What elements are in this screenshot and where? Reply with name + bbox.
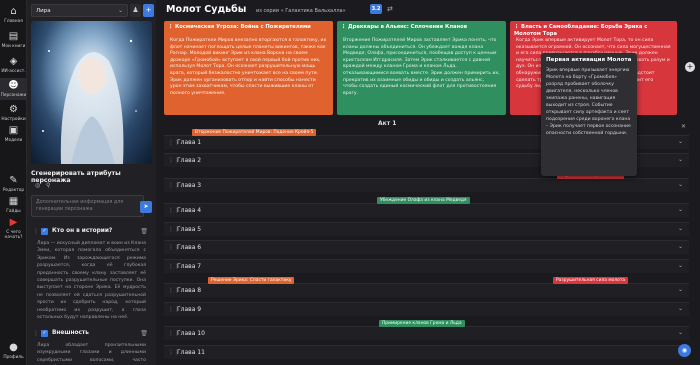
event-tag[interactable]: Убеждение Олафа из клана Медведя xyxy=(377,197,470,204)
pin-icon[interactable]: ⚲ xyxy=(46,182,50,189)
chevron-down-icon[interactable]: ⌄ xyxy=(678,206,683,213)
nav-settings[interactable]: ⚙ Настройки xyxy=(0,104,27,122)
chapter-row[interactable]: ⋮⋮ Глава 9 ⌄ xyxy=(164,302,689,316)
main-nav: ⌂ Главная ▤ Мои книги ◈ ИИ-ассист. ☻ Персона… xyxy=(0,0,27,365)
portrait-illustration xyxy=(31,21,152,164)
event-tag[interactable]: Вторжение Пожирателей Миров: Падение Кре… xyxy=(192,129,317,136)
character-portrait xyxy=(31,21,152,164)
attribute-block: ⋮⋮ ✓ Кто он в истории? 🗑 Лира — искусный… xyxy=(31,228,150,321)
nav-characters[interactable]: ☻ Персонажи xyxy=(0,78,27,100)
chevron-down-icon[interactable]: ⌄ xyxy=(678,243,683,250)
bulb-icon[interactable]: ◎ xyxy=(35,182,40,189)
user-settings-button[interactable]: ♟ xyxy=(130,4,141,17)
chevron-down-icon[interactable]: ⌄ xyxy=(678,156,683,163)
character-select[interactable]: Лира ⌄ xyxy=(31,4,128,17)
youtube-icon: ▶ xyxy=(9,217,18,228)
version-badge[interactable]: 3.2 xyxy=(370,4,382,14)
event-tag[interactable]: Примирение кланов Грома и Льда xyxy=(379,320,465,327)
chapter-row[interactable]: ⋮⋮ Глава 3 ⌄ xyxy=(164,178,689,192)
nav-profile[interactable]: ● Профиль xyxy=(0,342,27,360)
chat-icon: ◉ xyxy=(681,347,688,354)
plus-icon: + xyxy=(686,62,694,71)
attribute-text[interactable]: Лира — искусный дипломат и воин из Клана… xyxy=(31,238,150,321)
nav-guides[interactable]: ▦ Гайды xyxy=(0,196,27,214)
event-tag[interactable]: Разрушительная сила молота xyxy=(553,277,629,284)
nav-home[interactable]: ⌂ Главная xyxy=(0,6,27,24)
event-tag[interactable]: Решение Эрика: Спасти галактику xyxy=(208,277,295,284)
chapter-row[interactable]: ⋮⋮ Глава 6 ⌄ xyxy=(164,240,689,254)
chevron-down-icon[interactable]: ⌄ xyxy=(678,138,683,145)
swap-icon[interactable]: ⇄ xyxy=(387,5,393,13)
character-panel: Лира ⌄ ♟ + Сгенерировать атрибуты персона… xyxy=(27,0,156,365)
generation-info-input[interactable]: Дополнительная информация для генерации … xyxy=(31,195,144,217)
close-icon[interactable]: ✕ xyxy=(681,123,686,130)
book-title: Молот Судьбы xyxy=(166,4,247,15)
attribute-checkbox[interactable]: ✓ xyxy=(41,330,48,337)
ai-assistant-icon: ◈ xyxy=(9,56,18,67)
chevron-down-icon[interactable]: ⌄ xyxy=(678,181,683,188)
act-title: Акт 1 xyxy=(378,120,397,127)
chapter-row[interactable]: ⋮⋮Глава 11⌄ xyxy=(164,345,689,359)
event-tooltip: Первая активация Молота Эрик впервые при… xyxy=(541,53,637,176)
chat-button[interactable]: ◉ xyxy=(678,344,691,357)
chevron-down-icon: ⌄ xyxy=(117,7,123,14)
profile-icon: ● xyxy=(9,342,18,353)
chevron-down-icon[interactable]: ⌄ xyxy=(678,329,683,336)
add-card-button[interactable]: + xyxy=(685,62,695,72)
plot-card[interactable]: ⋮ Космическая Угроза: Война с Пожирателя… xyxy=(164,21,333,115)
chevron-down-icon[interactable]: ⌄ xyxy=(678,305,683,312)
nav-editor[interactable]: ✎ Редактор xyxy=(0,175,27,193)
models-icon: ▣ xyxy=(8,125,19,136)
drag-handle-icon[interactable]: ⋮ xyxy=(341,24,348,30)
chapter-row[interactable]: ⋮⋮ Глава 10 ⌄ xyxy=(164,326,689,340)
nav-ai-assistant[interactable]: ◈ ИИ-ассист. xyxy=(0,56,27,74)
arrow-right-icon: ➤ xyxy=(143,203,149,210)
nav-models[interactable]: ▣ Модели xyxy=(0,125,27,143)
chapter-row[interactable]: ⋮⋮ Глава 7 ⌄ xyxy=(164,259,689,273)
book-workspace: Молот Судьбы из серии « Галактика Вальха… xyxy=(156,0,700,365)
plus-icon: + xyxy=(145,6,152,14)
send-button[interactable]: ➤ xyxy=(140,201,152,213)
chevron-down-icon[interactable]: ⌄ xyxy=(678,262,683,269)
plot-card[interactable]: ⋮ Драккары в Альянс: Сплочение Кланов Вт… xyxy=(337,21,506,115)
drag-handle-icon[interactable]: ⋮ xyxy=(168,24,175,30)
user-icon: ♟ xyxy=(132,6,139,14)
editor-icon: ✎ xyxy=(9,175,18,186)
attribute-block: ⋮⋮ ✓ Внешность 🗑 Лира обладает пронзител… xyxy=(31,328,150,365)
chevron-down-icon[interactable]: ⌄ xyxy=(678,286,683,293)
chapter-row[interactable]: ⋮⋮ Глава 8 ⌄ xyxy=(164,283,689,297)
home-icon: ⌂ xyxy=(10,6,17,17)
drag-handle-icon[interactable]: ⋮ xyxy=(514,24,521,30)
chapter-row[interactable]: ⋮⋮ Глава 4 ⌄ xyxy=(164,203,689,217)
chapter-row[interactable]: ⋮⋮ Глава 5 ⌄ xyxy=(164,222,689,236)
book-series: из серии « Галактика Вальхалла» xyxy=(256,8,346,14)
nav-my-books[interactable]: ▤ Мои книги xyxy=(0,31,27,49)
settings-icon: ⚙ xyxy=(9,104,18,115)
chevron-down-icon[interactable]: ⌄ xyxy=(678,225,683,232)
books-icon: ▤ xyxy=(8,31,19,42)
attribute-text[interactable]: Лира обладает пронзительными изумрудными… xyxy=(31,340,150,365)
attribute-checkbox[interactable]: ✓ xyxy=(41,228,48,235)
add-character-button[interactable]: + xyxy=(143,4,154,17)
trash-icon[interactable]: 🗑 xyxy=(140,228,148,235)
trash-icon[interactable]: 🗑 xyxy=(140,330,148,337)
guides-icon: ▦ xyxy=(8,196,19,207)
characters-icon: ☻ xyxy=(8,80,19,91)
nav-getting-started[interactable]: ▶ С чего начать? xyxy=(0,217,27,240)
